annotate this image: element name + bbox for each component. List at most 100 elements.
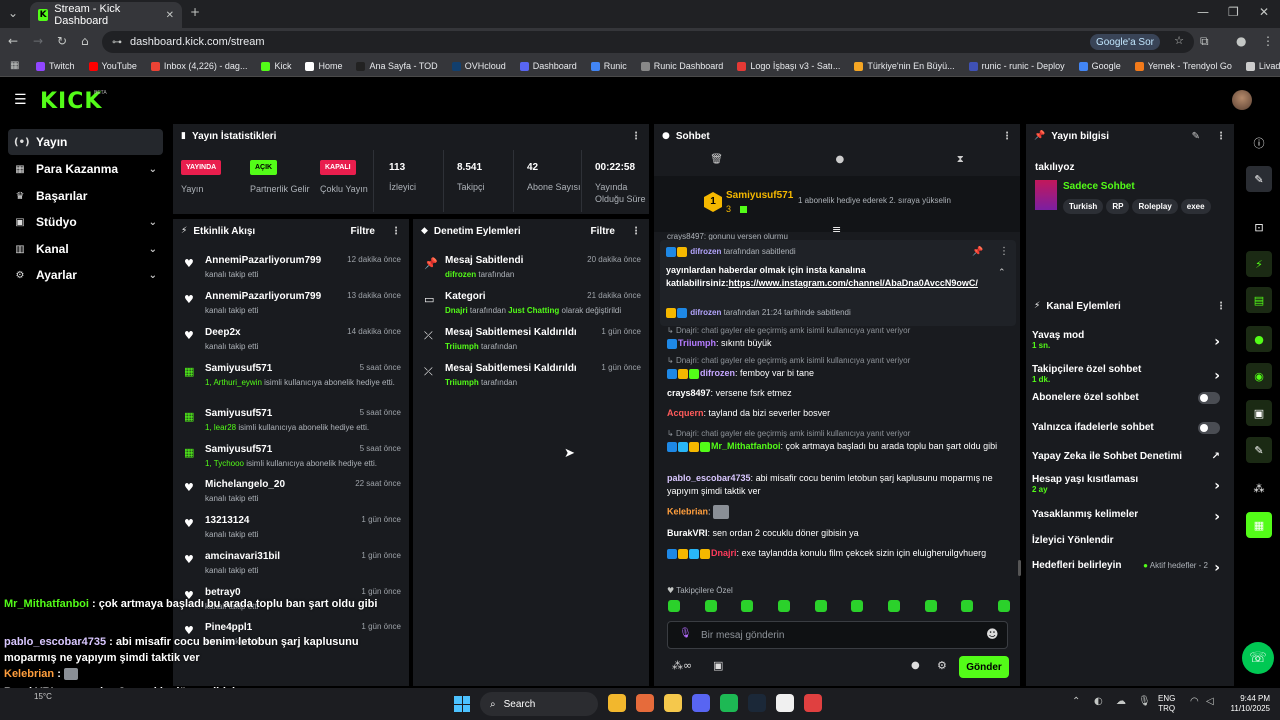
chevron-down-icon[interactable]: ⌄ <box>149 244 157 255</box>
forward-icon[interactable]: → <box>33 34 43 48</box>
bookmark-item[interactable]: Ana Sayfa - TOD <box>356 61 438 71</box>
gifter-name[interactable]: Samiyusuf571 <box>726 190 793 201</box>
emote-icon[interactable] <box>741 600 754 612</box>
back-icon[interactable]: ← <box>8 34 18 48</box>
moderation-filter-button[interactable]: Filtre <box>591 226 615 237</box>
moderation-user[interactable]: Triiumph <box>445 342 479 351</box>
taskbar-app-icon[interactable] <box>804 694 822 712</box>
external-link-icon[interactable]: ↗ <box>1212 451 1220 462</box>
bookmark-item[interactable]: Runic <box>590 61 627 71</box>
hamburger-menu-icon[interactable]: ☰ <box>14 92 27 108</box>
chevron-right-icon[interactable]: › <box>1214 334 1220 350</box>
bookmark-item[interactable]: Yemek - Trendyol Go <box>1134 61 1232 71</box>
address-bar[interactable]: ⊶ dashboard.kick.com/stream Google'a Sor… <box>102 31 1194 53</box>
chat-input[interactable]: 🎙 Bir mesaj gönderin ☻ <box>667 621 1008 649</box>
category-thumbnail[interactable] <box>1035 180 1057 210</box>
list-item[interactable]: ♥ 13213124 1 gün önce kanalı takip etti <box>181 515 401 547</box>
moderation-item[interactable]: ⤫ Mesaj Sabitlemesi Kaldırıldı 1 gün önce T… <box>421 327 641 359</box>
channel-action-row[interactable]: Abonelere özel sohbet <box>1032 392 1228 408</box>
taskbar-app-icon[interactable] <box>776 694 794 712</box>
moderation-user[interactable]: Triiumph <box>445 378 479 387</box>
chat-more-icon[interactable]: ⋮ <box>1002 131 1012 142</box>
pin-more-icon[interactable]: ⋮ <box>999 246 1009 257</box>
chevron-right-icon[interactable]: › <box>1214 509 1220 525</box>
moderation-item[interactable]: ▭ Kategori 21 dakika önce Dnajri tarafından… <box>421 291 641 323</box>
pinned-by-user[interactable]: difrozen <box>690 247 721 256</box>
cloud-icon[interactable]: ☁ <box>1116 696 1126 707</box>
chevron-right-icon[interactable]: › <box>1214 478 1220 494</box>
points-icon[interactable]: ⁂∞ <box>672 659 692 672</box>
trash-icon[interactable]: 🗑 <box>710 154 723 165</box>
chat-settings-icon[interactable]: ⚙ <box>937 659 947 672</box>
list-item[interactable]: ♥ Deep2x 14 dakika önce kanalı takip etti <box>181 327 401 359</box>
bookmark-item[interactable]: Livad For Streamers <box>1245 61 1280 71</box>
edit-rail-icon[interactable]: ✎ <box>1246 166 1272 192</box>
list-item[interactable]: ♥ AnnemiPazarliyorum799 13 dakika önce kana… <box>181 291 401 323</box>
list-item[interactable]: ▦ Samiyusuf571 5 saat önce 1, lear28 isimli… <box>181 408 401 440</box>
chat-users-icon[interactable]: ● <box>911 660 920 671</box>
chat-username[interactable]: pablo_escobar4735 <box>667 473 751 483</box>
broadcast-rail-icon[interactable]: ◉ <box>1246 363 1272 389</box>
site-info-icon[interactable]: ⊶ <box>112 37 122 48</box>
weather-temp[interactable]: 15°C <box>34 692 52 701</box>
taskbar-app-icon[interactable] <box>664 694 682 712</box>
stream-tag[interactable]: exee <box>1180 199 1211 214</box>
chevron-down-icon[interactable]: ⌄ <box>149 270 157 281</box>
google-ask-button[interactable]: Google'a Sor <box>1089 34 1160 50</box>
chevron-up-icon[interactable]: ⌃ <box>998 268 1006 278</box>
emoji-icon[interactable]: ☻ <box>986 627 999 641</box>
feed-username[interactable]: AnnemiPazarliyorum799 <box>205 291 321 302</box>
profile-icon[interactable]: ● <box>1236 34 1246 48</box>
collapse-pin-icon[interactable]: ≡ <box>832 223 841 236</box>
toggle-switch[interactable] <box>1198 422 1220 434</box>
chat-username[interactable]: Dnajri <box>711 548 737 558</box>
emote-icon[interactable] <box>961 600 974 612</box>
list-item[interactable]: ▦ Samiyusuf571 5 saat önce 1, Tychooo isiml… <box>181 444 401 476</box>
chat-username[interactable]: Triiumph <box>678 338 716 348</box>
bookmark-star-icon[interactable]: ☆ <box>1174 34 1184 47</box>
bookmark-item[interactable]: Google <box>1078 61 1121 71</box>
chat-username[interactable]: BurakVRI <box>667 528 708 538</box>
taskbar-app-icon[interactable] <box>636 694 654 712</box>
microphone-icon[interactable]: 🎙 <box>679 628 692 639</box>
clock[interactable]: 9:44 PM 11/10/2025 <box>1224 694 1270 714</box>
taskbar-app-icon[interactable] <box>692 694 710 712</box>
bookmark-item[interactable]: OVHcloud <box>451 61 506 71</box>
feed-username[interactable]: Samiyusuf571 <box>205 363 272 374</box>
chat-username[interactable]: crays8497 <box>667 388 711 398</box>
bookmark-item[interactable]: Inbox (4,226) - dag... <box>150 61 247 71</box>
bookmark-item[interactable]: Twitch <box>36 61 75 71</box>
emote-icon[interactable] <box>887 600 900 612</box>
bookmark-item[interactable]: Türkiye'nin En Büyü... <box>854 61 955 71</box>
apps-icon[interactable]: ▦ <box>10 60 19 71</box>
lightning-rail-icon[interactable]: ⚡ <box>1246 251 1272 277</box>
close-window-icon[interactable]: ✕ <box>1259 5 1269 19</box>
feed-username[interactable]: Samiyusuf571 <box>205 444 272 455</box>
feed-username[interactable]: amcinavari31bil <box>205 551 280 562</box>
bookmark-item[interactable]: YouTube <box>88 61 137 71</box>
browser-tab[interactable]: K Stream - Kick Dashboard ✕ <box>30 2 182 28</box>
mic-tray-icon[interactable]: 🎙 <box>1138 696 1151 707</box>
extensions-icon[interactable]: ⧉ <box>1200 34 1209 49</box>
channel-action-row[interactable]: Yasaklanmış kelimeler › <box>1032 509 1228 525</box>
chevron-right-icon[interactable]: › <box>1214 368 1220 384</box>
edit-icon[interactable]: ✎ <box>1192 131 1200 142</box>
tray-app-icon[interactable]: ◐ <box>1094 696 1103 707</box>
list-item[interactable]: ▦ Samiyusuf571 5 saat önce 1, Arthuri_eywin… <box>181 363 401 395</box>
list-item[interactable]: ♥ amcinavari31bil 1 gün önce kanalı takip e… <box>181 551 401 583</box>
list-item[interactable]: ♥ AnnemiPazarliyorum799 12 dakika önce kana… <box>181 255 401 287</box>
channel-action-row[interactable]: İzleyici Yönlendir <box>1032 535 1228 551</box>
sidebar-item-gear[interactable]: ⚙ Ayarlar ⌄ <box>8 262 163 288</box>
channel-action-row[interactable]: Hesap yaşı kısıtlaması 2 ay › <box>1032 474 1228 500</box>
emote-icon[interactable] <box>704 600 717 612</box>
tray-chevron-icon[interactable]: ⌃ <box>1072 696 1080 707</box>
moderation-user[interactable]: difrozen <box>445 270 476 279</box>
feed-username[interactable]: Pine4ppl1 <box>205 622 252 633</box>
reload-icon[interactable]: ↻ <box>57 34 67 48</box>
emote-icon[interactable] <box>924 600 937 612</box>
maximize-icon[interactable]: ❐ <box>1228 5 1239 19</box>
channel-action-row[interactable]: Yavaş mod 1 sn. › <box>1032 330 1228 356</box>
chevron-right-icon[interactable]: › <box>1214 560 1220 576</box>
stream-tag[interactable]: Roleplay <box>1132 199 1178 214</box>
moderation-more-icon[interactable]: ⋮ <box>631 226 641 237</box>
